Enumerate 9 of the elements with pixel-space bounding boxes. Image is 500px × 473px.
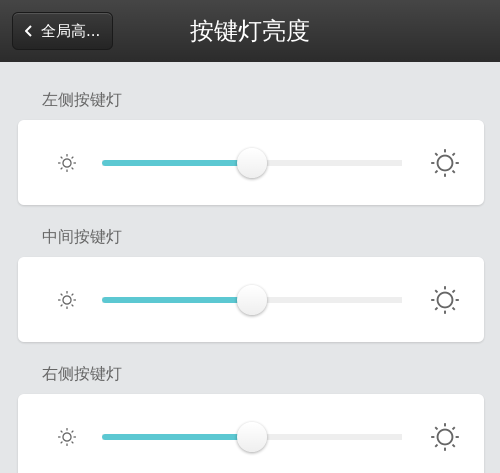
slider-label: 右侧按键灯 (41, 363, 123, 385)
window-title: 按键灯亮度 (190, 16, 310, 47)
slider-label: 中间按键灯 (41, 226, 123, 248)
slider-thumb[interactable] (237, 422, 267, 452)
back-icon (25, 25, 33, 37)
slider-thumb[interactable] (237, 284, 267, 314)
slider-thumb[interactable] (237, 148, 267, 178)
slider-label: 左侧按键灯 (41, 89, 123, 111)
back-button[interactable]: 全局高... (12, 12, 114, 50)
